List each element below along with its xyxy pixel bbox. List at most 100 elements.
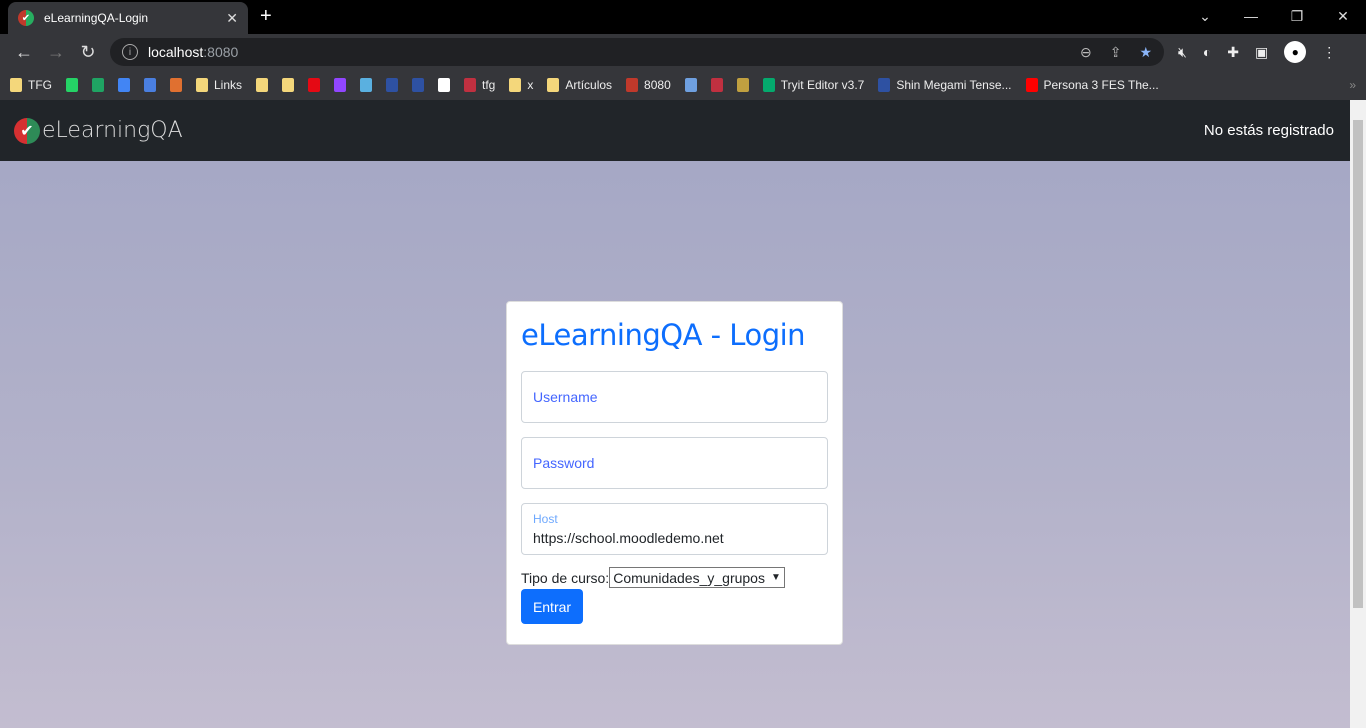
scrollbar-thumb[interactable] xyxy=(1353,120,1363,608)
navbar: ✔ eLearningQA No estás registrado xyxy=(0,100,1350,161)
bookmark-item[interactable]: Links xyxy=(196,78,242,92)
bookmark-item[interactable] xyxy=(360,78,373,92)
bookmark-label: TFG xyxy=(28,78,52,92)
bookmark-item[interactable] xyxy=(118,78,130,92)
login-card: eLearningQA - Login Username Password Ho… xyxy=(506,301,843,645)
course-type-value: Comunidades_y_grupos xyxy=(613,569,765,586)
back-icon[interactable]: ← xyxy=(8,42,40,63)
close-window-button[interactable]: ✕ xyxy=(1320,0,1366,32)
bookmark-icon xyxy=(509,78,522,92)
close-tab-icon[interactable]: ✕ xyxy=(226,10,238,27)
extension-icon[interactable]: ◐ xyxy=(1203,44,1211,60)
bookmark-item[interactable]: x xyxy=(509,78,533,92)
bookmark-icon xyxy=(547,78,560,92)
bookmark-icon xyxy=(170,78,182,92)
bookmark-icon xyxy=(684,78,697,92)
brand-name: eLearningQA xyxy=(42,118,183,143)
favicon-icon: ✔ xyxy=(18,10,34,26)
username-field[interactable]: Username xyxy=(521,371,828,423)
bookmark-icon xyxy=(736,78,749,92)
profile-avatar[interactable]: ● xyxy=(1284,41,1307,63)
url-host: localhost xyxy=(148,44,204,60)
bookmark-item[interactable] xyxy=(334,78,347,92)
bookmark-icon xyxy=(412,78,425,92)
minimize-button[interactable]: — xyxy=(1228,0,1274,32)
mute-icon[interactable]: 🔇︎ xyxy=(1178,44,1187,61)
bookmark-icon xyxy=(386,78,399,92)
scrollbar[interactable] xyxy=(1350,100,1366,728)
course-type-label: Tipo de curso: xyxy=(521,569,610,586)
bookmark-item[interactable]: TFG xyxy=(10,78,52,92)
bookmark-label: x xyxy=(527,78,534,92)
menu-kebab-icon[interactable]: ⋮ xyxy=(1322,44,1336,61)
logo-icon: ✔ xyxy=(14,117,40,144)
bookmark-item[interactable] xyxy=(308,78,321,92)
page: ✔ eLearningQA No estás registrado eLearn… xyxy=(0,100,1350,728)
info-icon[interactable]: i xyxy=(122,44,138,60)
bookmark-item[interactable]: Tryit Editor v3.7 xyxy=(762,78,865,92)
bookmark-item[interactable] xyxy=(170,78,182,92)
bookmark-star-icon[interactable]: ★ xyxy=(1139,44,1152,61)
extensions-puzzle-icon[interactable]: ✚ xyxy=(1227,44,1239,61)
browser-tab[interactable]: ✔ eLearningQA-Login ✕ xyxy=(8,2,248,34)
course-type-select[interactable]: Comunidades_y_grupos ▼ xyxy=(609,567,785,588)
bookmark-label: Shin Megami Tense... xyxy=(896,78,1012,92)
host-field[interactable]: Host https://school.moodledemo.net xyxy=(521,503,828,555)
tab-title: eLearningQA-Login xyxy=(44,11,149,25)
bookmark-item[interactable] xyxy=(710,78,723,92)
bookmark-item[interactable] xyxy=(66,78,78,92)
bookmark-item[interactable] xyxy=(144,78,156,92)
zoom-icon[interactable]: ⊖ xyxy=(1080,44,1092,61)
password-field[interactable]: Password xyxy=(521,437,828,489)
bookmark-label: Links xyxy=(214,78,243,92)
bookmark-item[interactable] xyxy=(412,78,425,92)
share-icon[interactable]: ⇪ xyxy=(1110,44,1122,61)
browser-toolbar: ← → ↻ i localhost:8080 ⊖ ⇪ ★ 🔇︎ ◐ ✚ ▣ ● … xyxy=(0,34,1366,70)
bookmark-icon xyxy=(256,78,269,92)
bookmark-item[interactable] xyxy=(736,78,749,92)
bookmark-label: Tryit Editor v3.7 xyxy=(780,78,865,92)
more-bookmarks-icon[interactable]: » xyxy=(1349,78,1356,92)
bookmarks-bar: TFG Links tfg x Artículos 8080 Tryit Editor v3… xyxy=(0,70,1366,100)
submit-button[interactable]: Entrar xyxy=(521,589,583,624)
restore-button[interactable]: ❐ xyxy=(1274,0,1320,32)
side-panel-icon[interactable]: ▣ xyxy=(1255,44,1268,61)
bookmark-item[interactable] xyxy=(282,78,295,92)
password-placeholder: Password xyxy=(533,455,595,471)
reload-icon[interactable]: ↻ xyxy=(72,42,104,63)
bookmark-icon xyxy=(282,78,295,92)
bookmark-label: tfg xyxy=(482,78,496,92)
bookmark-icon xyxy=(118,78,130,92)
bookmark-item[interactable]: 8080 xyxy=(626,78,671,92)
bookmark-label: Artículos xyxy=(565,78,613,92)
page-title: eLearningQA - Login xyxy=(521,318,806,352)
bookmark-icon xyxy=(66,78,78,92)
bookmark-item[interactable] xyxy=(438,78,451,92)
address-bar[interactable]: i localhost:8080 ⊖ ⇪ ★ xyxy=(110,38,1164,66)
bookmark-icon xyxy=(308,78,321,92)
bookmark-item[interactable]: Shin Megami Tense... xyxy=(878,78,1012,92)
bookmark-item[interactable] xyxy=(256,78,269,92)
login-status: No estás registrado xyxy=(1203,122,1334,139)
bookmark-icon xyxy=(626,78,639,92)
bookmark-item[interactable] xyxy=(684,78,697,92)
new-tab-button[interactable]: + xyxy=(260,5,272,28)
bookmark-item[interactable] xyxy=(92,78,104,92)
bookmark-item[interactable]: Artículos xyxy=(547,78,612,92)
bookmark-icon xyxy=(464,78,477,92)
bookmark-item[interactable]: Persona 3 FES The... xyxy=(1025,78,1159,92)
forward-icon[interactable]: → xyxy=(40,42,72,63)
bookmark-icon xyxy=(438,78,451,92)
host-value: https://school.moodledemo.net xyxy=(533,530,724,546)
bookmark-item[interactable] xyxy=(386,78,399,92)
bookmark-item[interactable]: tfg xyxy=(464,78,495,92)
url-port: :8080 xyxy=(203,44,239,60)
bookmark-label: Persona 3 FES The... xyxy=(1043,78,1159,92)
bookmark-icon xyxy=(360,78,373,92)
bookmark-icon xyxy=(710,78,723,92)
brand[interactable]: ✔ eLearningQA xyxy=(14,117,183,144)
tab-search-icon[interactable]: ⌄ xyxy=(1182,0,1228,32)
bookmark-icon xyxy=(762,78,775,92)
bookmark-icon xyxy=(878,78,891,92)
bookmark-icon xyxy=(92,78,104,92)
